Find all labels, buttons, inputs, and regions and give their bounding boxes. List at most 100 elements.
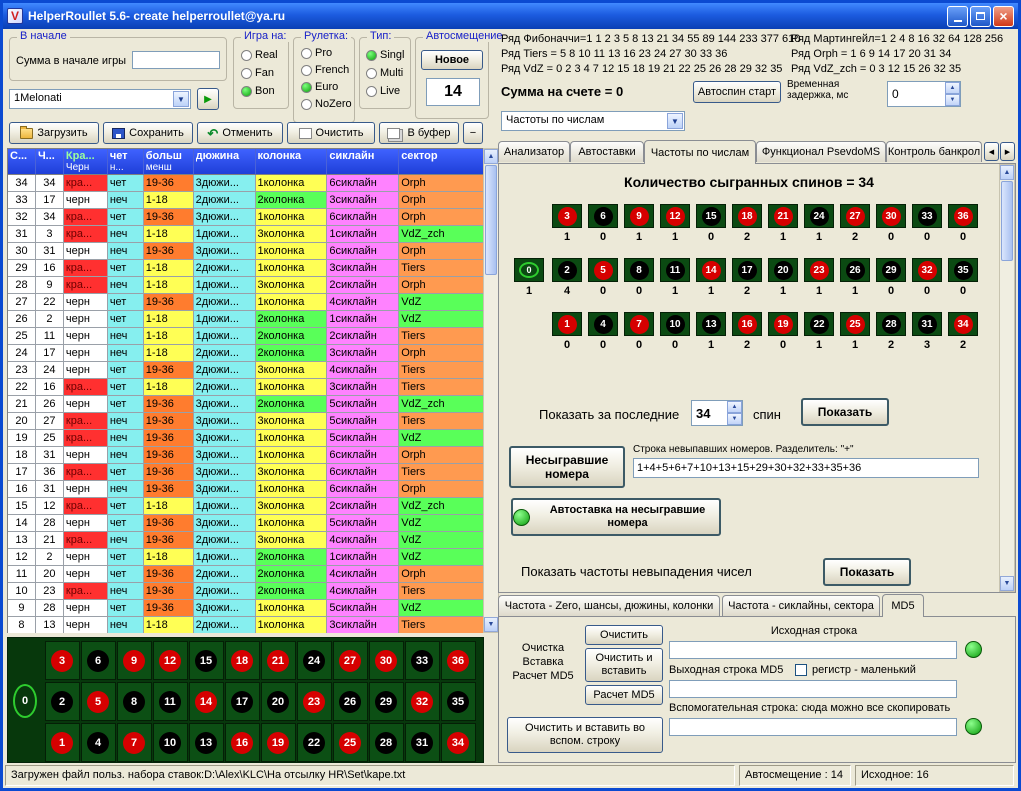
table-row[interactable]: 3317черннеч1-182дюжи...2колонка3сиклайнO…	[8, 192, 484, 209]
spin-down-icon[interactable]: ▼	[727, 413, 742, 425]
table-row[interactable]: 3234кра...чет19-363дюжи...1колонка6сикла…	[8, 209, 484, 226]
history-col-header[interactable]: сектор	[399, 149, 484, 175]
table-row[interactable]: 2324чернчет19-362дюжи...3колонка4сиклайн…	[8, 362, 484, 379]
scroll-down-icon[interactable]: ▼	[484, 617, 498, 632]
number-cell-12[interactable]: 12	[660, 204, 690, 228]
table-row[interactable]: 2417черннеч1-182дюжи...2колонка3сиклайнO…	[8, 345, 484, 362]
zero-cell[interactable]: 0	[13, 684, 37, 718]
autobet-missed-button[interactable]: Автоставка на несыгравшие номера	[511, 498, 721, 536]
number-cell-22[interactable]: 22	[804, 312, 834, 336]
radio-singl[interactable]	[366, 50, 377, 61]
number-cell-24[interactable]: 24	[297, 641, 332, 680]
number-cell-30[interactable]: 30	[369, 641, 404, 680]
number-cell-1[interactable]: 1	[45, 723, 80, 762]
tab-scroll-left-icon[interactable]: ◀	[984, 142, 999, 161]
table-row[interactable]: 1631черннеч19-363дюжи...1колонка6сиклайн…	[8, 481, 484, 498]
number-cell-4[interactable]: 4	[588, 312, 618, 336]
start-sum-input[interactable]	[132, 51, 220, 69]
chevron-down-icon[interactable]: ▼	[173, 91, 189, 107]
close-icon[interactable]: ×	[993, 6, 1014, 27]
md5-clear-paste-aux-button[interactable]: Очистить и вставить во вспом. строку	[507, 717, 663, 753]
show-last-spinbox[interactable]: 34 ▲▼	[691, 400, 743, 426]
tab-autobets[interactable]: Автоставки	[570, 141, 644, 162]
tab-psevdoms[interactable]: Функционал PsevdoMS	[756, 141, 886, 162]
minus-button[interactable]: −	[463, 122, 483, 144]
number-cell-29[interactable]: 29	[876, 258, 906, 282]
number-cell-12[interactable]: 12	[153, 641, 188, 680]
table-row[interactable]: 928чернчет19-363дюжи...1колонка5сиклайнV…	[8, 600, 484, 617]
number-cell-18[interactable]: 18	[225, 641, 260, 680]
number-cell-4[interactable]: 4	[81, 723, 116, 762]
table-row[interactable]: 2216кра...чет1-182дюжи...1колонка3сиклай…	[8, 379, 484, 396]
number-cell-20[interactable]: 20	[261, 682, 296, 721]
number-cell-10[interactable]: 10	[660, 312, 690, 336]
table-row[interactable]: 1831черннеч19-363дюжи...1колонка6сиклайн…	[8, 447, 484, 464]
number-cell-26[interactable]: 26	[333, 682, 368, 721]
missed-numbers-button[interactable]: Несыгравшие номера	[509, 446, 625, 488]
tab-scroll-right-icon[interactable]: ▶	[1000, 142, 1015, 161]
table-row[interactable]: 122чернчет1-181дюжи...2колонка1сиклайнVd…	[8, 549, 484, 566]
number-cell-5[interactable]: 5	[588, 258, 618, 282]
spin-up-icon[interactable]: ▲	[727, 401, 742, 413]
radio-euro[interactable]	[301, 82, 312, 93]
table-row[interactable]: 3031черннеч19-363дюжи...1колонка6сиклайн…	[8, 243, 484, 260]
number-cell-9[interactable]: 9	[117, 641, 152, 680]
autospin-start-button[interactable]: Автоспин старт	[693, 81, 781, 103]
radio-nozero[interactable]	[301, 99, 312, 110]
table-row[interactable]: 313кра...неч1-181дюжи...3колонка1сиклайн…	[8, 226, 484, 243]
radio-multi[interactable]	[366, 68, 377, 79]
table-row[interactable]: 1736кра...чет19-363дюжи...3колонка6сикла…	[8, 464, 484, 481]
number-cell-17[interactable]: 17	[732, 258, 762, 282]
table-row[interactable]: 262чернчет1-181дюжи...2колонка1сиклайнVd…	[8, 311, 484, 328]
history-col-header[interactable]: четн...	[108, 149, 144, 175]
number-cell-3[interactable]: 3	[45, 641, 80, 680]
mode-combo[interactable]: Частоты по числам ▼	[501, 111, 685, 131]
delay-spinbox[interactable]: 0 ▲▼	[887, 81, 961, 107]
number-cell-33[interactable]: 33	[912, 204, 942, 228]
scroll-up-icon[interactable]: ▲	[484, 149, 498, 164]
table-row[interactable]: 289кра...неч1-181дюжи...3колонка2сиклайн…	[8, 277, 484, 294]
number-cell-17[interactable]: 17	[225, 682, 260, 721]
save-button[interactable]: Сохранить	[103, 122, 193, 144]
number-cell-5[interactable]: 5	[81, 682, 116, 721]
number-cell-25[interactable]: 25	[333, 723, 368, 762]
to-buffer-button[interactable]: В буфер	[379, 122, 459, 144]
number-cell-6[interactable]: 6	[81, 641, 116, 680]
number-cell-20[interactable]: 20	[768, 258, 798, 282]
number-cell-36[interactable]: 36	[441, 641, 476, 680]
number-cell-34[interactable]: 34	[441, 723, 476, 762]
radio-fan[interactable]	[241, 68, 252, 79]
md5-source-input[interactable]	[669, 641, 957, 659]
history-col-header[interactable]: сиклайн	[327, 149, 399, 175]
table-row[interactable]: 1321кра...неч19-362дюжи...3колонка4сикла…	[8, 532, 484, 549]
scrollbar-thumb[interactable]	[485, 165, 497, 275]
tab-md5[interactable]: MD5	[882, 594, 924, 617]
tab-frequencies[interactable]: Частоты по числам	[644, 140, 756, 164]
register-checkbox[interactable]	[795, 664, 807, 676]
number-cell-15[interactable]: 15	[696, 204, 726, 228]
table-row[interactable]: 2722чернчет19-362дюжи...1колонка4сиклайн…	[8, 294, 484, 311]
number-cell-28[interactable]: 28	[369, 723, 404, 762]
number-cell-14[interactable]: 14	[696, 258, 726, 282]
table-row[interactable]: 2511черннеч1-181дюжи...2колонка2сиклайнT…	[8, 328, 484, 345]
tab-bankroll[interactable]: Контроль банкрол	[886, 141, 982, 162]
number-cell-9[interactable]: 9	[624, 204, 654, 228]
number-cell-6[interactable]: 6	[588, 204, 618, 228]
history-scrollbar[interactable]: ▲ ▼	[483, 148, 499, 633]
freq-scrollbar[interactable]: ▲ ▼	[999, 164, 1015, 592]
number-cell-2[interactable]: 2	[552, 258, 582, 282]
number-cell-32[interactable]: 32	[405, 682, 440, 721]
scrollbar-thumb[interactable]	[1001, 181, 1013, 261]
number-cell-30[interactable]: 30	[876, 204, 906, 228]
number-cell-27[interactable]: 27	[840, 204, 870, 228]
md5-aux-input[interactable]	[669, 718, 957, 736]
number-cell-27[interactable]: 27	[333, 641, 368, 680]
clear-button[interactable]: Очистить	[287, 122, 375, 144]
load-button[interactable]: Загрузить	[9, 122, 99, 144]
number-cell-25[interactable]: 25	[840, 312, 870, 336]
show-button[interactable]: Показать	[801, 398, 889, 426]
number-cell-19[interactable]: 19	[768, 312, 798, 336]
number-cell-11[interactable]: 11	[660, 258, 690, 282]
number-cell-26[interactable]: 26	[840, 258, 870, 282]
tab-analyzer[interactable]: Анализатор	[498, 141, 570, 162]
